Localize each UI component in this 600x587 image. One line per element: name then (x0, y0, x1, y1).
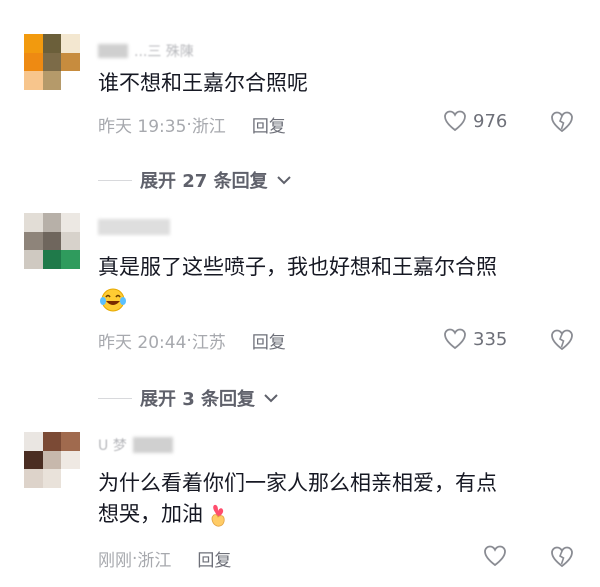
comment-location: 浙江 (137, 551, 172, 571)
like-count: 335 (473, 328, 508, 350)
dislike-button[interactable] (550, 329, 574, 351)
pixelated-avatar-icon (24, 34, 80, 90)
comment-text-line-1: 为什么看着你们一家人那么相亲相爱，有点 (98, 471, 497, 495)
heart-outline-icon (444, 110, 466, 132)
user-avatar[interactable] (24, 34, 80, 90)
username-blur (98, 44, 128, 58)
username-text: U 梦 (98, 438, 127, 454)
like-button[interactable]: 335 (443, 328, 507, 350)
comment-time: 昨天 20:44 (98, 333, 187, 353)
comment-text-line-2: 想哭，加油 (98, 499, 568, 530)
comment-meta: 昨天 19:35 · 浙江 回复 (98, 112, 286, 138)
expand-replies-label: 展开 3 条回复 (140, 389, 256, 410)
username-blur (132, 437, 173, 453)
comment-text-content: 真是服了这些喷子，我也好想和王嘉尔合照 (98, 255, 497, 279)
username[interactable]: U 梦 (98, 436, 173, 454)
comment-meta: 刚刚 · 浙江 回复 (98, 546, 231, 572)
comment-meta: 昨天 20:44 · 江苏 回复 (98, 328, 286, 354)
chevron-down-icon (264, 394, 278, 403)
comment-location: 浙江 (191, 117, 226, 137)
comment-text[interactable]: 为什么看着你们一家人那么相亲相爱，有点 想哭，加油 (98, 468, 568, 530)
user-avatar[interactable] (24, 432, 80, 488)
expand-divider (98, 397, 132, 399)
broken-heart-outline-icon (551, 329, 573, 351)
reply-button[interactable]: 回复 (252, 328, 286, 353)
dislike-button[interactable] (550, 111, 574, 133)
expand-divider (98, 179, 132, 181)
broken-heart-outline-icon (551, 111, 573, 133)
heart-outline-icon (444, 328, 466, 350)
expand-replies-label: 展开 27 条回复 (140, 171, 268, 192)
expand-replies-button[interactable]: 展开 3 条回复 (98, 385, 279, 411)
comment-location: 江苏 (191, 333, 226, 353)
username-text: ...三 殊陳 (134, 44, 194, 60)
comment-text-content: 谁不想和王嘉尔合照呢 (98, 71, 308, 95)
broken-heart-outline-icon (551, 546, 573, 568)
expand-replies-button[interactable]: 展开 27 条回复 (98, 167, 292, 193)
user-avatar[interactable] (24, 213, 80, 269)
finger-heart-emoji (211, 504, 225, 527)
like-button[interactable] (483, 545, 507, 567)
comment-text[interactable]: 真是服了这些喷子，我也好想和王嘉尔合照 (98, 252, 568, 283)
comment-time: 刚刚 (98, 551, 132, 571)
heart-outline-icon (484, 545, 506, 567)
dislike-button[interactable] (550, 546, 574, 568)
like-count: 976 (473, 110, 508, 132)
comment-time: 昨天 19:35 (98, 117, 187, 137)
username[interactable] (98, 218, 170, 236)
reply-button[interactable]: 回复 (197, 546, 231, 571)
username-blur (98, 219, 170, 235)
pixelated-avatar-icon (24, 213, 80, 269)
pixelated-avatar-icon (24, 432, 80, 488)
like-button[interactable]: 976 (443, 110, 507, 132)
chevron-down-icon (276, 176, 291, 185)
username[interactable]: ...三 殊陳 (98, 42, 194, 60)
comment-text[interactable]: 谁不想和王嘉尔合照呢 (98, 68, 568, 99)
reply-button[interactable]: 回复 (252, 112, 286, 137)
comment-text-line-2-content: 想哭，加油 (98, 502, 203, 526)
laughing-crying-emoji (98, 287, 128, 313)
